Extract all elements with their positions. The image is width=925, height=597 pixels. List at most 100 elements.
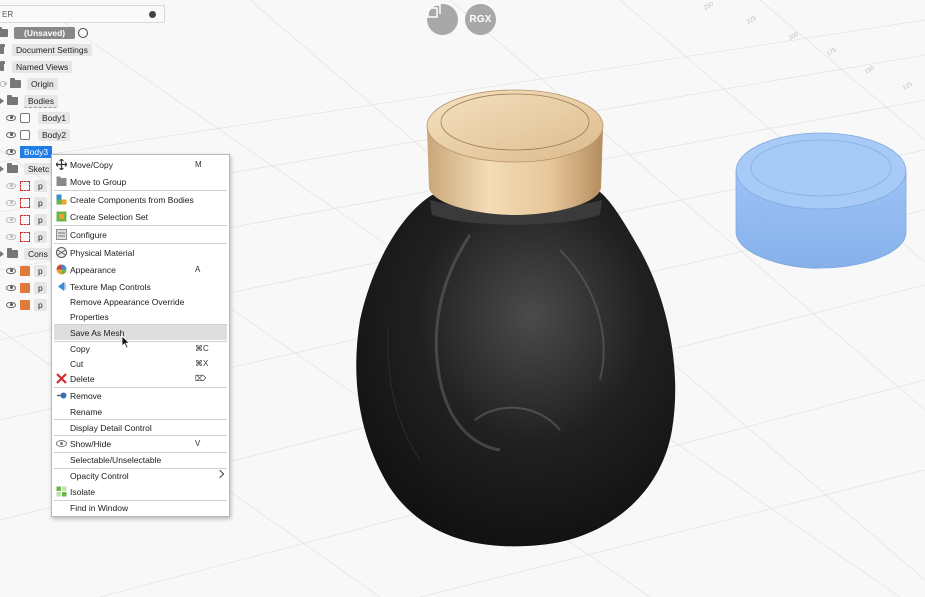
- tree-item-construction[interactable]: Cons: [0, 247, 52, 261]
- move-icon: [56, 159, 67, 170]
- tree-item-construction-plane[interactable]: p: [6, 264, 47, 278]
- remove-icon: [57, 392, 67, 399]
- expand-arrow-icon[interactable]: [0, 166, 4, 172]
- tree-item-label: Body3: [20, 146, 53, 158]
- tree-item-label: p: [34, 299, 47, 311]
- tree-item-body1[interactable]: Body1: [6, 111, 71, 125]
- sketch-icon: [20, 232, 30, 242]
- menu-item-move-copy[interactable]: Move/Copy M: [54, 157, 227, 172]
- tree-item-label: Document Settings: [12, 44, 92, 56]
- menu-item-shortcut: ⌘X: [195, 359, 209, 368]
- menu-item-label: Show/Hide: [70, 438, 112, 449]
- browser-header: ER: [0, 5, 165, 23]
- tree-item-label: p: [34, 265, 47, 277]
- tree-item-sketches[interactable]: Sketc: [0, 162, 54, 176]
- menu-item-label: Texture Map Controls: [70, 281, 151, 292]
- tree-item-body3[interactable]: Body3: [6, 145, 53, 159]
- visibility-eye-icon[interactable]: [0, 81, 7, 87]
- tree-item-named-views[interactable]: Named Views: [0, 60, 73, 74]
- menu-item-label: Selectable/Unselectable: [70, 454, 162, 465]
- menu-item-save-as-mesh[interactable]: Save As Mesh: [54, 325, 227, 340]
- visibility-eye-icon[interactable]: [6, 200, 16, 206]
- menu-item-physical-material[interactable]: Physical Material: [54, 245, 227, 260]
- tree-item-label: Named Views: [12, 61, 73, 73]
- visibility-eye-icon[interactable]: [6, 132, 16, 138]
- menu-item-create-selection-set[interactable]: Create Selection Set: [54, 209, 227, 224]
- rgx-button[interactable]: RGX: [465, 4, 496, 35]
- selection-set-icon: [56, 211, 67, 222]
- menu-item-label: Create Components from Bodies: [70, 194, 194, 205]
- menu-item-show-hide[interactable]: Show/Hide V: [54, 436, 227, 451]
- tree-item-document-settings[interactable]: Document Settings: [0, 43, 92, 57]
- menu-item-shortcut: A: [195, 265, 201, 274]
- menu-item-label: Find in Window: [70, 502, 129, 513]
- menu-item-selectable-unselectable[interactable]: Selectable/Unselectable: [54, 452, 227, 467]
- menu-item-configure[interactable]: Configure: [54, 227, 227, 242]
- tree-item-construction-plane[interactable]: p: [6, 281, 47, 295]
- visibility-eye-icon[interactable]: [6, 217, 16, 223]
- browser-menu-icon[interactable]: [149, 11, 156, 18]
- menu-item-opacity-control[interactable]: Opacity Control: [54, 468, 227, 483]
- plane-icon: [20, 300, 30, 310]
- menu-item-remove[interactable]: Remove: [54, 388, 227, 403]
- menu-item-label: Move/Copy: [70, 159, 113, 170]
- tree-item-bodies[interactable]: Bodies: [0, 94, 58, 108]
- texture-icon: [58, 282, 66, 291]
- tree-item-sketch[interactable]: p: [6, 196, 47, 210]
- restore-view-button[interactable]: [427, 4, 458, 35]
- tree-item-label: Origin: [27, 78, 58, 90]
- menu-item-appearance[interactable]: Appearance A: [54, 262, 227, 277]
- menu-item-display-detail-control[interactable]: Display Detail Control: [54, 420, 227, 435]
- menu-item-move-to-group[interactable]: Move to Group: [54, 174, 227, 189]
- eye-icon: [56, 440, 67, 447]
- menu-item-rename[interactable]: Rename: [54, 404, 227, 419]
- menu-item-label: Cut: [70, 358, 84, 369]
- menu-item-label: Appearance: [70, 264, 116, 275]
- target-icon[interactable]: [78, 28, 89, 38]
- tree-item-label: Body2: [38, 129, 71, 141]
- body-icon: [20, 113, 30, 123]
- tree-item-construction-plane[interactable]: p: [6, 298, 47, 312]
- tree-item-sketch[interactable]: p: [6, 230, 47, 244]
- jar-body: [356, 192, 676, 547]
- menu-item-shortcut: M: [195, 160, 202, 169]
- visibility-eye-icon[interactable]: [6, 285, 16, 291]
- tree-item-sketch[interactable]: p: [6, 213, 47, 227]
- menu-item-create-components[interactable]: Create Components from Bodies: [54, 192, 227, 207]
- visibility-eye-icon[interactable]: [6, 302, 16, 308]
- menu-separator: [54, 225, 227, 226]
- menu-item-remove-appearance-override[interactable]: Remove Appearance Override: [54, 294, 227, 309]
- body-icon: [20, 130, 30, 140]
- menu-item-shortcut: V: [195, 439, 201, 448]
- visibility-eye-icon[interactable]: [6, 149, 16, 155]
- delete-icon: [56, 373, 67, 384]
- expand-arrow-icon[interactable]: [0, 251, 4, 257]
- visibility-eye-icon[interactable]: [6, 268, 16, 274]
- tree-item-origin[interactable]: Origin: [0, 77, 58, 91]
- tree-item-sketch[interactable]: p: [6, 179, 47, 193]
- expand-arrow-icon[interactable]: [0, 98, 4, 104]
- menu-item-find-in-window[interactable]: Find in Window: [54, 500, 227, 515]
- folder-icon: [7, 95, 18, 105]
- menu-item-label: Remove Appearance Override: [70, 296, 185, 307]
- document-node[interactable]: (Unsaved): [0, 26, 89, 40]
- tree-item-label: p: [34, 197, 47, 209]
- menu-item-label: Rename: [70, 406, 103, 417]
- visibility-eye-icon[interactable]: [6, 183, 16, 189]
- menu-item-properties[interactable]: Properties: [54, 309, 227, 324]
- menu-item-label: Remove: [70, 390, 102, 401]
- tree-item-body2[interactable]: Body2: [6, 128, 71, 142]
- restore-icon: [427, 4, 441, 18]
- menu-item-shortcut: ⌦: [195, 374, 207, 383]
- visibility-eye-icon[interactable]: [6, 234, 16, 240]
- menu-item-isolate[interactable]: Isolate: [54, 484, 227, 499]
- menu-item-cut[interactable]: Cut ⌘X: [54, 356, 227, 371]
- menu-item-copy[interactable]: Copy ⌘C: [54, 341, 227, 356]
- visibility-eye-icon[interactable]: [6, 115, 16, 121]
- tree-item-label: Bodies: [24, 94, 58, 108]
- material-icon: [56, 247, 67, 258]
- menu-item-label: Save As Mesh: [70, 327, 125, 338]
- folder-icon: [7, 248, 18, 258]
- menu-item-texture-map-controls[interactable]: Texture Map Controls: [54, 279, 227, 294]
- menu-item-delete[interactable]: Delete ⌦: [54, 371, 227, 386]
